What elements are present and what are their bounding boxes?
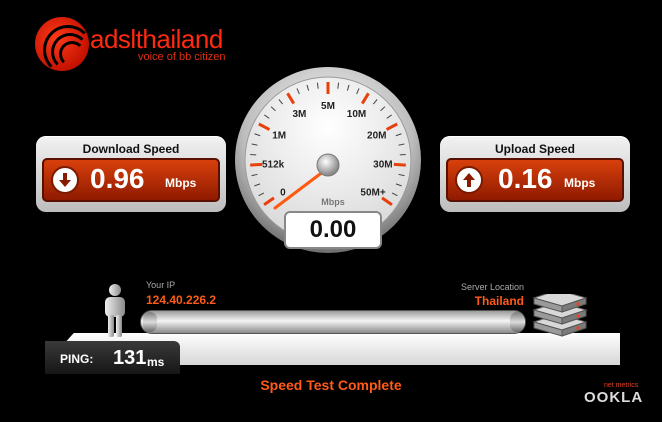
your-ip-label: Your IP bbox=[146, 280, 176, 290]
your-ip-value: 124.40.226.2 bbox=[146, 293, 217, 307]
gauge-tick-label: 512k bbox=[262, 160, 285, 171]
server-location-value: Thailand bbox=[474, 294, 524, 308]
brand-tagline: voice of bb citizen bbox=[138, 51, 226, 63]
gauge-tick-label: 30M bbox=[373, 160, 392, 171]
tube-cap-left bbox=[143, 312, 157, 332]
connection-tube bbox=[140, 310, 526, 334]
upload-speed-unit: Mbps bbox=[564, 176, 596, 190]
gauge-major-tick bbox=[393, 162, 406, 167]
user-person-icon bbox=[105, 284, 125, 337]
gauge-hub bbox=[316, 153, 340, 177]
ping-unit: ms bbox=[147, 355, 165, 369]
gauge-major-tick bbox=[250, 162, 263, 167]
server-location-label: Server Location bbox=[460, 282, 524, 292]
download-speed-title: Download Speed bbox=[82, 142, 180, 156]
net-metrics-label: net metrics bbox=[604, 382, 639, 389]
server-icon bbox=[532, 294, 588, 337]
upload-speed-panel: Upload Speed 0.16 Mbps bbox=[440, 136, 630, 212]
test-status: Speed Test Complete bbox=[260, 377, 402, 393]
ping-label: PING: bbox=[60, 352, 94, 366]
download-speed-display: 0.96 Mbps bbox=[42, 158, 220, 202]
gauge-tick-label: 1M bbox=[272, 131, 286, 142]
gauge-tick-label: 10M bbox=[347, 109, 366, 120]
ping-value: 131 bbox=[113, 347, 147, 369]
server-led bbox=[576, 314, 580, 318]
gauge-tick-label: 5M bbox=[321, 101, 335, 112]
upload-speed-display: 0.16 Mbps bbox=[446, 158, 624, 202]
gauge-unit-label: Mbps bbox=[321, 197, 345, 207]
download-speed-panel: Download Speed 0.96 Mbps bbox=[36, 136, 226, 212]
brand-logo-icon bbox=[35, 17, 89, 71]
upload-speed-value: 0.16 bbox=[498, 163, 553, 194]
gauge-tick-label: 3M bbox=[293, 109, 307, 120]
gauge-tick-label: 20M bbox=[367, 131, 386, 142]
download-speed-unit: Mbps bbox=[165, 176, 197, 190]
speed-readout: 0.00 bbox=[284, 211, 382, 249]
server-led bbox=[576, 302, 580, 306]
ookla-logo: OOKLA bbox=[584, 389, 644, 406]
gauge-tick-label: 0 bbox=[280, 188, 286, 199]
upload-arrow-icon bbox=[455, 166, 483, 194]
download-speed-value: 0.96 bbox=[90, 163, 145, 194]
gauge-tick-label: 50M+ bbox=[360, 188, 385, 199]
upload-speed-title: Upload Speed bbox=[494, 142, 575, 156]
server-led bbox=[576, 326, 580, 330]
download-arrow-icon bbox=[51, 166, 79, 194]
tube-cap-right bbox=[510, 312, 524, 332]
